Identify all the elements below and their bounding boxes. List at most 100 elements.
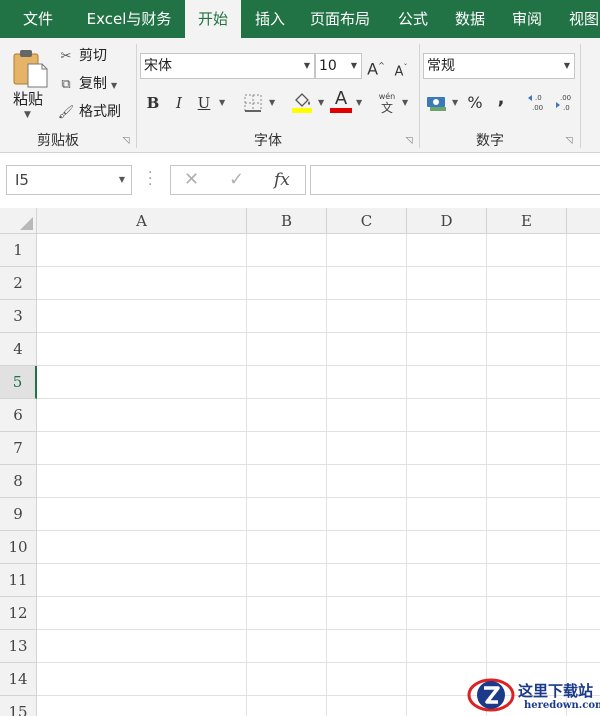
font-color-button[interactable]: A [329,90,353,113]
row-header[interactable]: 14 [0,663,37,696]
paint-bucket-icon [292,93,312,113]
number-launcher-icon[interactable]: ◹ [564,136,574,146]
tab-home[interactable]: 开始 [185,0,241,38]
increase-decimal-button[interactable]: .0 .00 [526,92,548,114]
currency-icon [427,97,446,111]
phonetic-dropdown-icon[interactable]: ▼ [402,92,408,114]
fill-color-swatch [292,108,312,113]
tab-data[interactable]: 数据 [446,0,494,38]
phonetic-button[interactable]: wén 文 [376,90,398,115]
row-header[interactable]: 10 [0,531,37,564]
column-header-e[interactable]: E [487,208,567,234]
row-header[interactable]: 15 [0,696,37,716]
comma-button[interactable]: , [492,88,510,110]
decrease-decimal-icon: .00 .0 [556,94,571,112]
row-header[interactable]: 4 [0,333,37,366]
decrease-decimal-button[interactable]: .00 .0 [554,92,576,114]
grow-font-button[interactable]: A^ [366,55,386,78]
tab-view[interactable]: 视图 [560,0,600,38]
insert-function-icon[interactable]: fx [274,166,290,194]
fill-color-button[interactable] [290,90,314,113]
borders-button[interactable] [242,92,264,114]
column-header-d[interactable]: D [407,208,487,234]
underline-dropdown-icon[interactable]: ▼ [219,92,225,114]
svg-text:.0: .0 [563,104,570,112]
paste-dropdown-icon[interactable]: ▼ [24,110,31,120]
fill-color-dropdown-icon[interactable]: ▼ [318,92,324,114]
enter-icon[interactable]: ✓ [229,166,244,194]
paste-label: 粘贴 [13,90,44,108]
watermark: 这里下载站 heredown.com [466,674,600,716]
font-name-select[interactable]: 宋体 ▼ [140,53,315,79]
row-header[interactable]: 9 [0,498,37,531]
group-divider [580,44,581,148]
gridline [37,530,600,531]
cut-button[interactable]: ✂ 剪切 [57,45,107,67]
row-header[interactable]: 1 [0,234,37,267]
copy-label: 复制 [79,76,107,92]
row-header[interactable]: 3 [0,300,37,333]
tab-page-layout[interactable]: 页面布局 [302,0,378,38]
bold-button[interactable]: B [144,92,162,114]
underline-button[interactable]: U [195,92,213,114]
gridline [37,464,600,465]
cell-area[interactable] [37,234,600,716]
chevron-down-icon: ▼ [350,61,357,70]
tab-review[interactable]: 审阅 [503,0,551,38]
row-header[interactable]: 12 [0,597,37,630]
number-format-select[interactable]: 常规 ▼ [423,53,575,79]
gridline [37,266,600,267]
row-header[interactable]: 11 [0,564,37,597]
row-header[interactable]: 7 [0,432,37,465]
clipboard-launcher-icon[interactable]: ◹ [121,136,131,146]
formula-input[interactable] [310,165,600,195]
column-header-b[interactable]: B [247,208,327,234]
gridline [37,398,600,399]
italic-button[interactable]: I [170,92,188,114]
tab-insert[interactable]: 插入 [246,0,294,38]
row-header[interactable]: 13 [0,630,37,663]
formula-bar-grip-icon[interactable]: · · · [148,166,152,192]
row-header[interactable]: 6 [0,399,37,432]
tab-formulas[interactable]: 公式 [386,0,440,38]
paintbrush-icon: 🖌 [57,105,75,120]
cancel-icon[interactable]: ✕ [184,166,199,194]
format-painter-button[interactable]: 🖌 格式刷 [57,101,121,123]
chevron-down-icon: ▼ [118,175,125,184]
scissors-icon: ✂ [60,49,72,64]
paste-icon [13,50,48,88]
gridline [37,431,600,432]
row-header[interactable]: 2 [0,267,37,300]
font-color-dropdown-icon[interactable]: ▼ [356,92,362,114]
column-header-c[interactable]: C [327,208,407,234]
row-header[interactable]: 8 [0,465,37,498]
select-all-button[interactable] [0,208,37,234]
name-box[interactable]: I5 ▼ [6,165,132,195]
formula-bar: I5 ▼ · · · ✕ ✓ fx [0,153,600,208]
column-header-a[interactable]: A [37,208,247,234]
gridline [37,596,600,597]
gridline [566,234,567,716]
chevron-down-icon: ▼ [563,61,570,70]
svg-text:.0: .0 [535,94,542,102]
column-header-f[interactable] [567,208,600,234]
borders-dropdown-icon[interactable]: ▼ [269,92,275,114]
font-size-value: 10 [319,58,337,74]
font-launcher-icon[interactable]: ◹ [404,136,414,146]
row-header-selected[interactable]: 5 [0,366,37,399]
gridline [37,662,600,663]
percent-button[interactable]: % [465,92,485,114]
copy-button[interactable]: ⧉ 复制 ▼ [57,73,117,95]
shrink-font-button[interactable]: Aˇ [392,57,410,79]
borders-icon [244,94,262,112]
ribbon-home: 粘贴 ▼ ✂ 剪切 ⧉ 复制 ▼ 🖌 格式刷 剪贴板 ◹ 宋体 ▼ 10 ▼ A^ Aˇ… [0,38,600,153]
tab-file[interactable]: 文件 [8,0,68,38]
accounting-dropdown-icon[interactable]: ▼ [452,92,458,114]
group-divider [419,44,420,148]
gridline [37,563,600,564]
copy-dropdown-icon[interactable]: ▼ [111,81,117,90]
font-size-select[interactable]: 10 ▼ [315,53,362,79]
tab-excel-finance[interactable]: Excel与财务 [80,0,178,38]
watermark-title: 这里下载站 [518,682,594,700]
accounting-format-button[interactable] [426,92,448,114]
